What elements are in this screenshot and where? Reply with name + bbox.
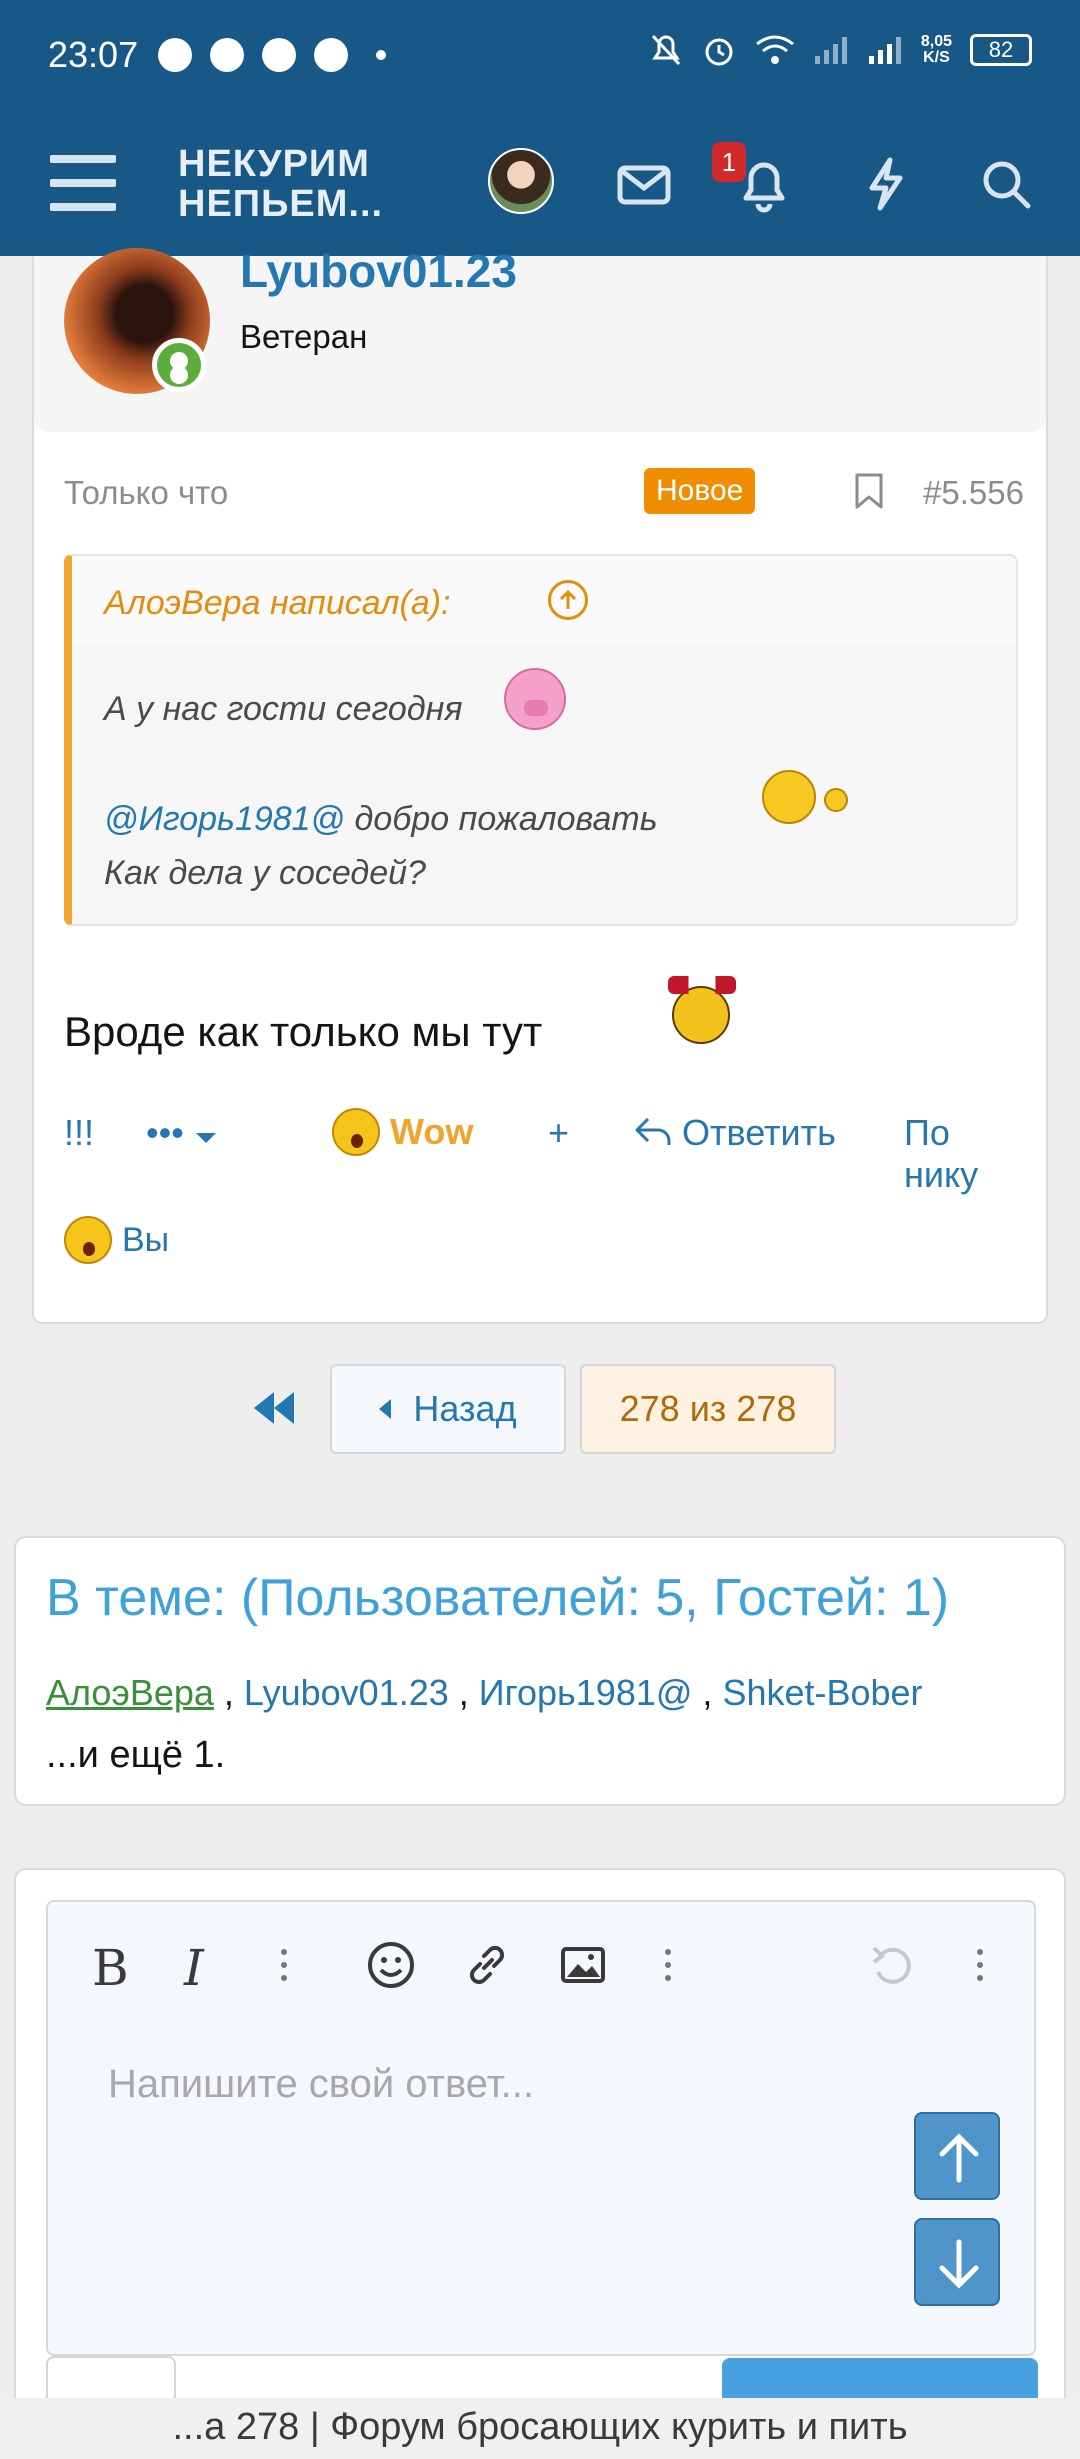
- net-speed: 8,05 K/S: [920, 33, 952, 66]
- viewer-link[interactable]: Игорь1981@: [479, 1672, 693, 1713]
- site-logo[interactable]: НЕКУРИМ НЕПЬЕМ...: [178, 144, 383, 224]
- bow-smiley-icon: [668, 976, 736, 1044]
- more-notifications-icon: [376, 50, 386, 60]
- add-reaction-button[interactable]: +: [548, 1112, 569, 1154]
- quote-line-1: А у нас гости сегодня: [104, 690, 463, 728]
- post-actions: !!! ••• Wow + Ответить По нику: [64, 1102, 1024, 1195]
- wow-emoji-icon: [64, 1216, 112, 1264]
- thread-viewers: В теме: (Пользователей: 5, Гостей: 1) Ал…: [14, 1536, 1066, 1806]
- signal-icon: [868, 37, 901, 64]
- viewer-link[interactable]: Lyubov01.23: [244, 1672, 449, 1713]
- post-user-block: Lyubov01.23 Ветеран: [34, 245, 1046, 432]
- more-viewers[interactable]: ...и ещё 1.: [46, 1734, 225, 1777]
- wifi-icon: [755, 35, 794, 64]
- search-icon[interactable]: [976, 154, 1036, 214]
- pig-smiley-icon: [504, 668, 566, 730]
- undo-icon[interactable]: [866, 1940, 916, 1996]
- user-mention[interactable]: @Игорь1981@: [104, 800, 345, 838]
- page-title-bar: ...а 278 | Форум бросающих курить и пить: [0, 2398, 1080, 2459]
- italic-button[interactable]: I: [184, 1940, 204, 1996]
- chevron-left-icon: [379, 1399, 392, 1419]
- first-page-icon[interactable]: [252, 1390, 296, 1426]
- image-icon[interactable]: [558, 1940, 608, 1996]
- scroll-down-button[interactable]: [914, 2218, 1000, 2306]
- reaction-wow-button[interactable]: Wow: [332, 1108, 473, 1156]
- reply-placeholder: Напишите свой ответ...: [108, 2062, 534, 2106]
- thread-viewers-title: В теме: (Пользователей: 5, Гостей: 1): [46, 1569, 950, 1627]
- username[interactable]: Lyubov01.23: [240, 244, 517, 298]
- more-actions-button[interactable]: •••: [146, 1112, 218, 1154]
- post-number[interactable]: #5.556: [923, 474, 1024, 512]
- link-icon[interactable]: [462, 1940, 512, 1996]
- pagination: Назад 278 из 278: [0, 1364, 1080, 1456]
- viewer-link[interactable]: Shket-Bober: [722, 1672, 922, 1713]
- current-page-indicator[interactable]: 278 из 278: [580, 1364, 836, 1454]
- chat-icon: [158, 38, 192, 72]
- post-meta: Только что Новое #5.556: [64, 466, 1024, 516]
- arrow-down-icon: [939, 2239, 979, 2289]
- mail-icon[interactable]: [614, 154, 674, 214]
- quote-line-3: Как дела у соседей?: [104, 854, 426, 892]
- post-time[interactable]: Только что: [64, 474, 228, 512]
- quote-block: АлоэВера написал(а): А у нас гости сегод…: [64, 554, 1018, 926]
- notification-badge: 1: [712, 142, 746, 182]
- online-status-icon: [152, 338, 206, 392]
- signal-icon: [814, 37, 847, 64]
- menu-icon[interactable]: [50, 155, 116, 211]
- wow-emoji-icon: [332, 1108, 380, 1156]
- bold-button[interactable]: B: [92, 1940, 129, 1996]
- scroll-up-button[interactable]: [914, 2112, 1000, 2200]
- lightning-icon[interactable]: [856, 154, 916, 214]
- reply-editor[interactable]: B I Напишите свой ответ...: [46, 1900, 1036, 2356]
- battery-indicator: 82: [970, 34, 1032, 66]
- telegram-icon: [210, 38, 244, 72]
- account-avatar[interactable]: [488, 148, 554, 214]
- flirt-smiley-icon: [762, 770, 816, 824]
- report-button[interactable]: !!!: [64, 1112, 94, 1154]
- status-time: 23:07: [48, 34, 139, 75]
- emoji-icon[interactable]: [366, 1940, 416, 1996]
- previous-page-button[interactable]: Назад: [330, 1364, 566, 1454]
- viewer-link[interactable]: АлоэВера: [46, 1672, 214, 1713]
- forum-header: НЕКУРИМ НЕПЬЕМ... 1: [0, 110, 1080, 256]
- reply-form: B I Напишите свой ответ... Ответить: [14, 1868, 1066, 2459]
- wave-hand-icon: [824, 788, 848, 812]
- quote-line-2: @Игорь1981@ добро пожаловать: [104, 800, 658, 838]
- user-title: Ветеран: [240, 318, 368, 355]
- new-badge: Новое: [644, 468, 756, 514]
- more-text-options-icon[interactable]: [274, 1940, 294, 1996]
- reply-button[interactable]: Ответить: [634, 1112, 836, 1154]
- status-bar: 23:07 8,05 K/S 82: [0, 0, 1080, 110]
- bookmark-icon[interactable]: [854, 472, 884, 510]
- quote-author[interactable]: АлоэВера написал(а):: [104, 584, 451, 623]
- thread-viewers-list: АлоэВера , Lyubov01.23 , Игорь1981@ , Sh…: [46, 1672, 923, 1713]
- more-options-icon[interactable]: [970, 1940, 990, 1996]
- telegram-icon: [314, 38, 348, 72]
- reactions-summary[interactable]: Вы: [64, 1216, 169, 1264]
- post-body: Вроде как только мы тут: [64, 1008, 543, 1055]
- more-insert-options-icon[interactable]: [658, 1940, 678, 1996]
- editor-toolbar: B I: [48, 1902, 1034, 2032]
- go-to-quote-icon[interactable]: [548, 580, 588, 620]
- alarm-icon: [705, 38, 733, 66]
- post: Lyubov01.23 Ветеран Только что Новое #5.…: [32, 245, 1048, 1324]
- reply-by-nick-button[interactable]: По нику: [904, 1112, 1024, 1196]
- mute-icon: [651, 34, 680, 66]
- arrow-up-icon: [939, 2133, 979, 2183]
- telegram-icon: [262, 38, 296, 72]
